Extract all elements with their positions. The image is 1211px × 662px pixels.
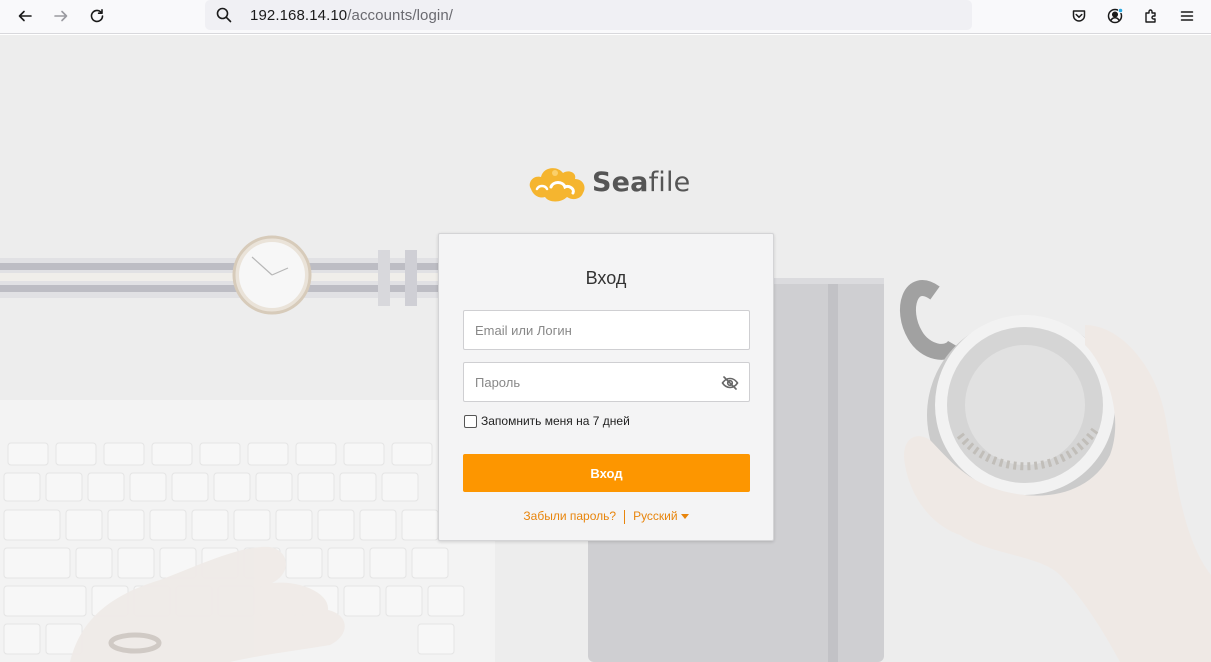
eye-slash-icon[interactable] [721,374,739,392]
address-bar[interactable]: 192.168.14.10/accounts/login/ [205,0,972,30]
account-icon[interactable] [1101,3,1129,29]
link-separator [624,509,626,524]
url-text: 192.168.14.10/accounts/login/ [250,7,453,24]
login-card: Вход Запомнить меня на 7 дней Вход Забыл… [438,233,774,541]
login-title: Вход [585,268,627,288]
remember-label: Запомнить меня на 7 дней [481,414,630,428]
caret-down-icon [680,514,689,520]
pocket-icon[interactable] [1065,3,1093,29]
forward-arrow-icon[interactable] [47,3,75,29]
remember-me[interactable]: Запомнить меня на 7 дней [464,414,630,428]
extensions-icon[interactable] [1137,3,1165,29]
cloud-logo-icon [529,168,585,202]
email-field[interactable] [463,310,750,350]
logo-text-sea: Sea [592,167,649,198]
logo-text-file: file [648,167,691,198]
reload-icon[interactable] [83,3,111,29]
password-input[interactable] [464,363,749,401]
remember-checkbox[interactable] [464,414,477,428]
login-button[interactable]: Вход [463,454,750,492]
search-icon [216,7,232,23]
browser-toolbar: 192.168.14.10/accounts/login/ [0,0,1211,34]
login-links: Забыли пароль? Русский [439,509,773,524]
seafile-logo: Seafile [525,159,690,205]
password-field[interactable] [463,362,750,402]
url-host: 192.168.14.10 [250,7,348,24]
login-page: Seafile Вход Запомнить меня на 7 дней Вх… [0,35,1211,662]
language-selector[interactable]: Русский [633,509,689,523]
email-input[interactable] [464,311,749,349]
url-path: /accounts/login/ [347,7,454,24]
language-label: Русский [633,509,678,523]
forgot-password-link[interactable]: Забыли пароль? [523,509,616,523]
back-arrow-icon[interactable] [11,3,39,29]
hamburger-menu-icon[interactable] [1173,3,1201,29]
